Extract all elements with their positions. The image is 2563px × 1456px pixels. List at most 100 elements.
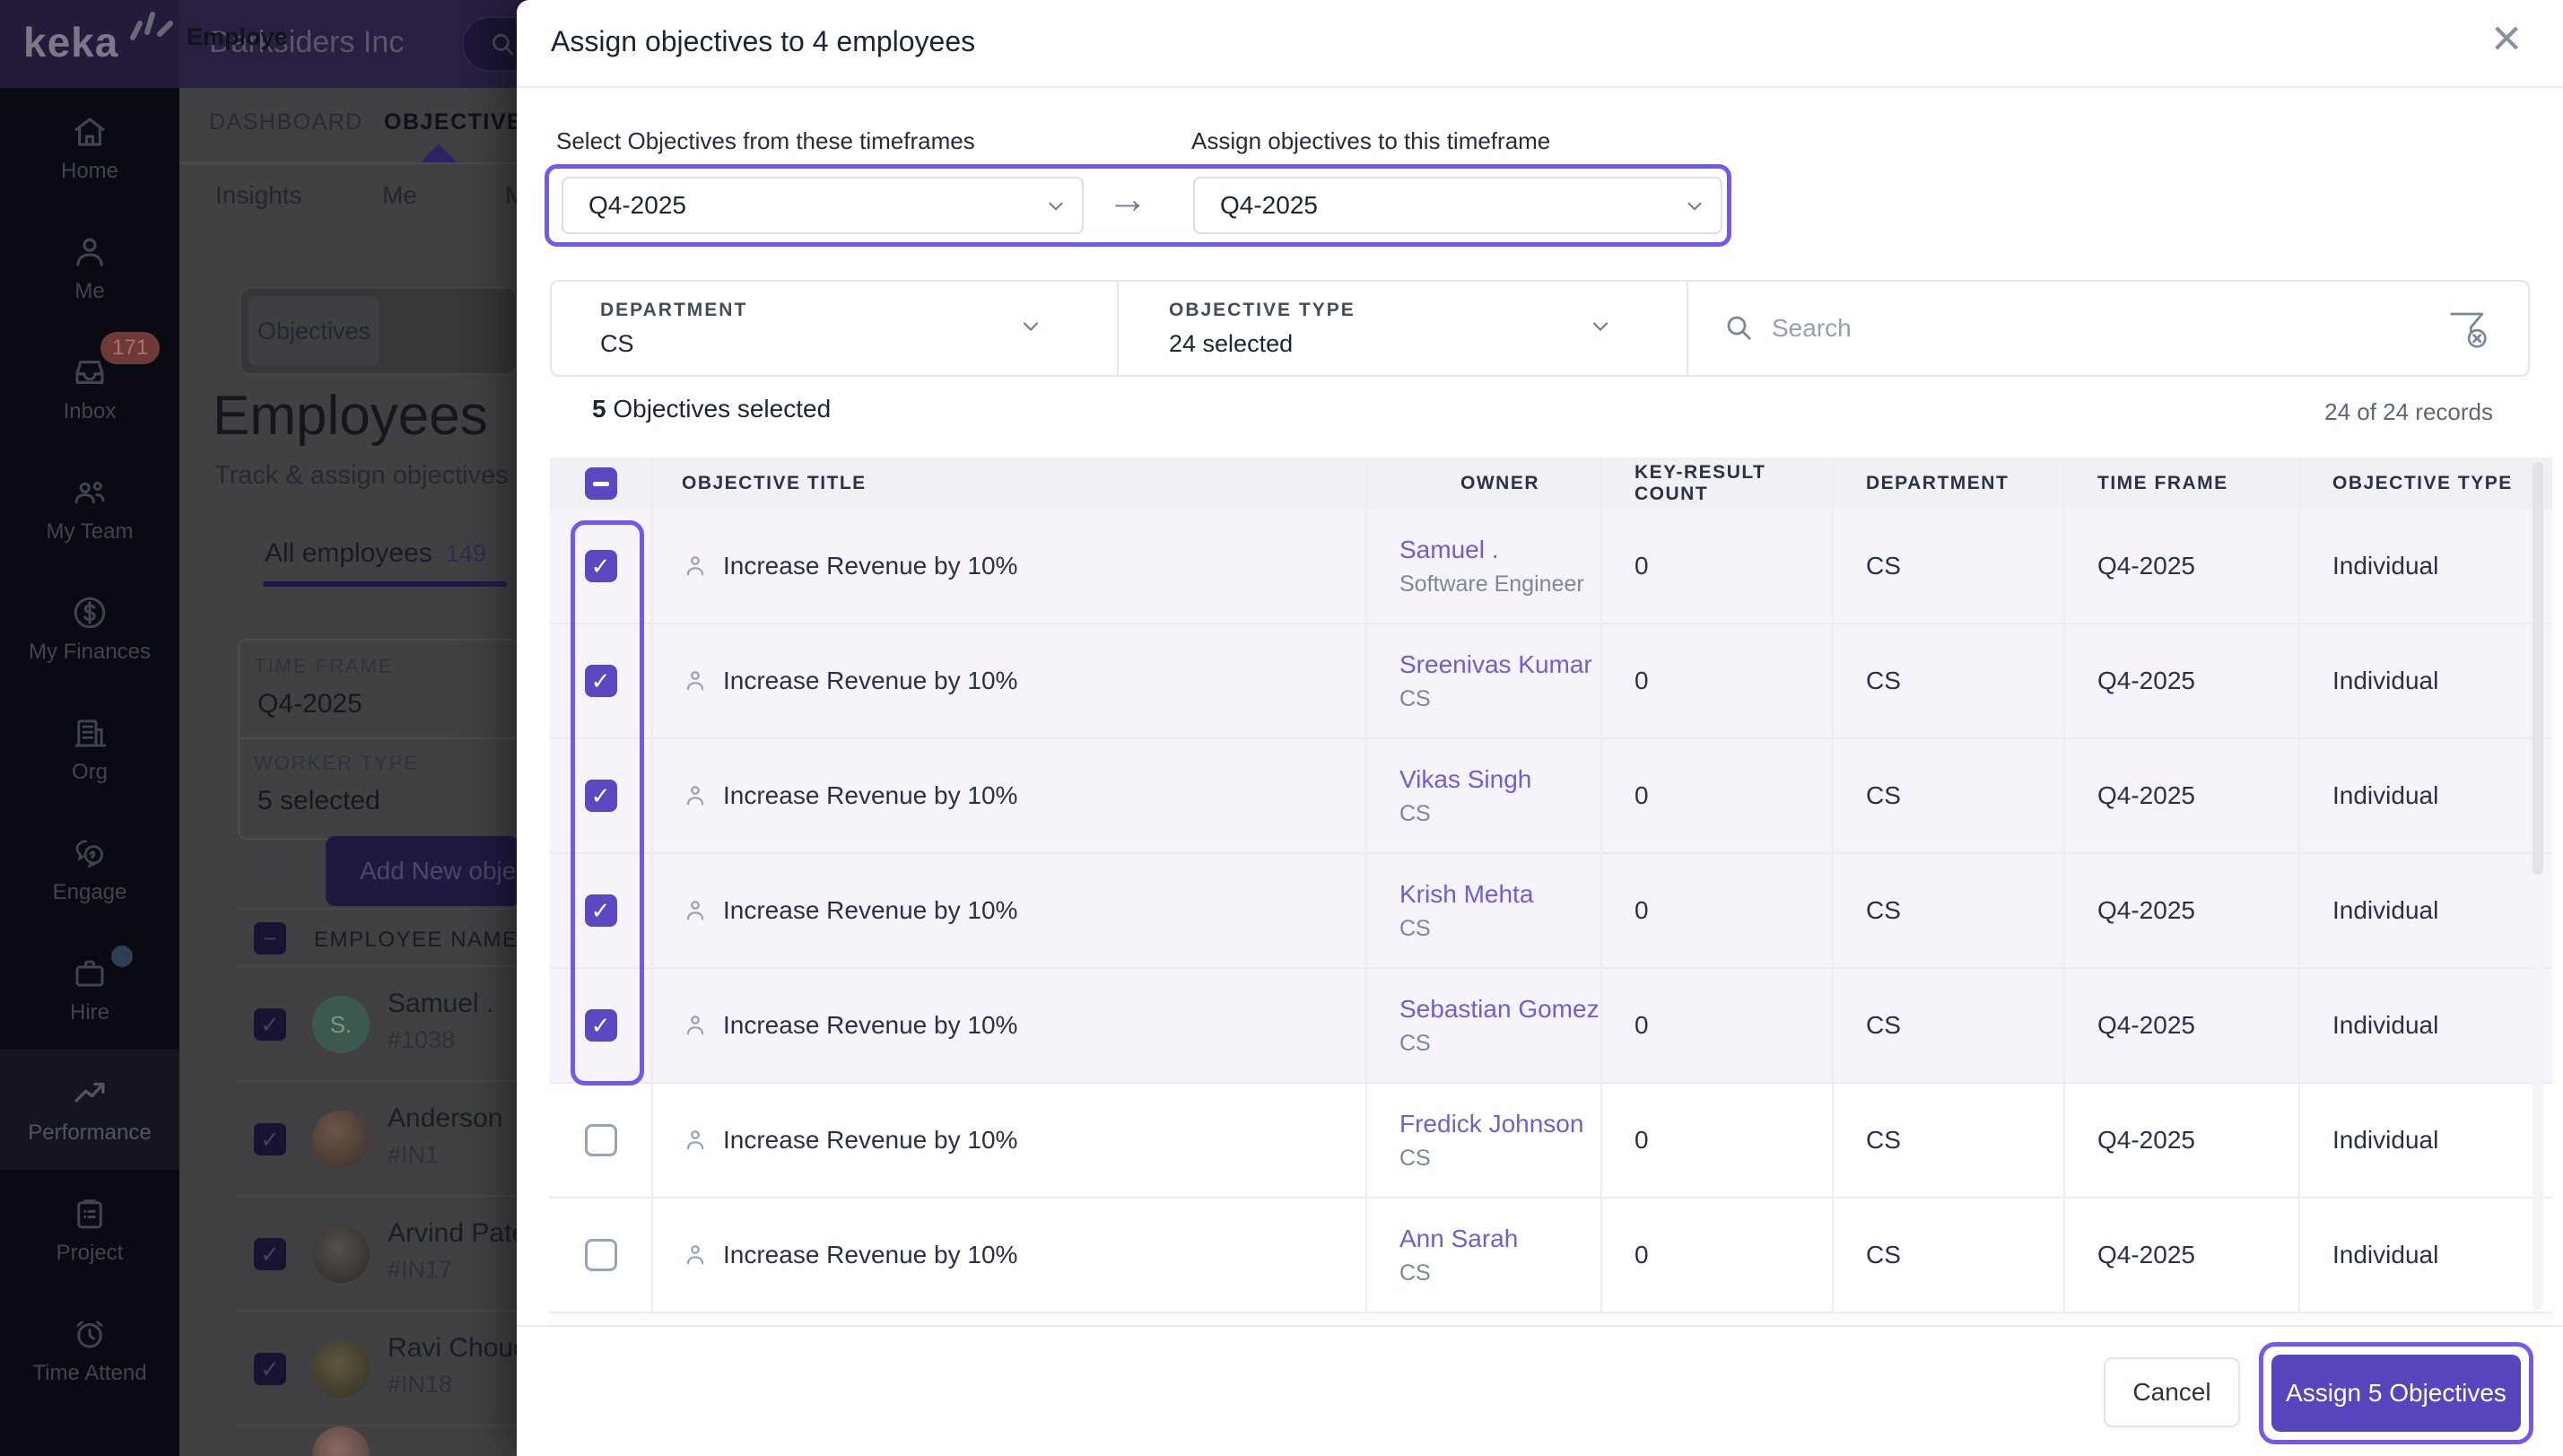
objective-title-cell: Increase Revenue by 10% xyxy=(653,1084,1367,1197)
department-filter-value[interactable]: CS xyxy=(600,330,634,358)
department: CS xyxy=(1834,624,2065,737)
sidebar-item-home[interactable]: Home xyxy=(0,88,179,208)
owner-link[interactable]: Sreenivas Kumar xyxy=(1399,650,1592,679)
objective-type-filter-value[interactable]: 24 selected xyxy=(1169,330,1293,358)
select-all-checkbox[interactable] xyxy=(584,467,617,500)
employee-checkbox[interactable]: ✓ xyxy=(254,1238,286,1270)
person-icon xyxy=(686,671,704,691)
objective-row[interactable]: ✓ Increase Revenue by 10% Fredick Johnso… xyxy=(550,1084,2552,1199)
column-header[interactable]: KEY-RESULT COUNT xyxy=(1602,458,1834,510)
table-scrollbar[interactable] xyxy=(2532,462,2543,1310)
objective-row[interactable]: ✓ Increase Revenue by 10% Sebastian Gome… xyxy=(550,969,2552,1084)
key-result-count: 0 xyxy=(1602,510,1834,623)
key-result-count: 0 xyxy=(1602,854,1834,967)
sidebar-item-my-finances[interactable]: My Finances xyxy=(0,569,179,689)
employee-name[interactable]: Anderson xyxy=(388,1103,502,1134)
time-frame-value[interactable]: Q4-2025 xyxy=(257,689,362,719)
owner-link[interactable]: Krish Mehta xyxy=(1399,880,1533,909)
owner-link[interactable]: Ann Sarah xyxy=(1399,1225,1518,1253)
sidebar-item-engage[interactable]: Engage xyxy=(0,809,179,929)
modal-footer: Cancel Assign 5 Objectives xyxy=(517,1325,2563,1456)
row-checkbox[interactable]: ✓ xyxy=(584,1009,617,1042)
owner-link[interactable]: Fredick Johnson xyxy=(1399,1110,1583,1138)
subtab-insights[interactable]: Insights xyxy=(215,181,302,210)
employee-checkbox[interactable]: ✓ xyxy=(254,1008,286,1041)
assign-objectives-button[interactable]: Assign 5 Objectives xyxy=(2271,1355,2521,1432)
objective-title: Increase Revenue by 10% xyxy=(723,1011,1018,1039)
objective-title: Increase Revenue by 10% xyxy=(723,1241,1018,1269)
owner-link[interactable]: Samuel . xyxy=(1399,536,1499,564)
close-icon[interactable]: × xyxy=(2491,13,2522,65)
subtab-me[interactable]: Me xyxy=(382,181,417,210)
objective-row[interactable]: ✓ Increase Revenue by 10% Vikas Singh CS… xyxy=(550,739,2552,854)
owner-link[interactable]: Vikas Singh xyxy=(1399,765,1531,794)
toggle-objectives[interactable]: Objectives xyxy=(248,296,379,366)
employee-row[interactable]: ✓ Anderson #IN1 xyxy=(238,1082,518,1197)
employee-checkbox[interactable]: ✓ xyxy=(254,1123,286,1155)
sidebar-item-time-attend[interactable]: Time Attend xyxy=(0,1290,179,1410)
owner-cell: Samuel . Software Engineer xyxy=(1367,510,1602,623)
partial-row xyxy=(550,1313,2552,1325)
sidebar-item-inbox[interactable]: 171 Inbox xyxy=(0,328,179,449)
chevron-down-icon[interactable] xyxy=(1018,314,1043,339)
objectives-employees-toggle: Objectives xyxy=(240,287,518,375)
chevron-down-icon[interactable] xyxy=(1588,314,1613,339)
owner-link[interactable]: Sebastian Gomez xyxy=(1399,995,1600,1024)
row-checkbox[interactable]: ✓ xyxy=(584,1124,617,1156)
add-new-objective-button[interactable]: Add New object xyxy=(326,836,519,906)
hire-icon xyxy=(75,960,104,987)
to-timeframe-select[interactable]: Q4-2025 xyxy=(1193,177,1722,234)
from-timeframe-select[interactable]: Q4-2025 xyxy=(562,177,1084,234)
search-icon xyxy=(1727,316,1751,340)
select-all-employees-checkbox[interactable]: − xyxy=(254,922,286,955)
column-header[interactable]: OBJECTIVE TYPE xyxy=(2300,458,2552,510)
worker-type-value[interactable]: 5 selected xyxy=(257,786,380,816)
key-result-count: 0 xyxy=(1602,624,1834,737)
performance-icon xyxy=(74,1082,105,1103)
row-checkbox[interactable]: ✓ xyxy=(584,1239,617,1271)
screen: keka Home Me 171 Inbox My Team My Financ… xyxy=(0,0,2563,1456)
employee-row[interactable]: ✓ S. Samuel . #1038 xyxy=(238,967,518,1082)
scrollbar-thumb[interactable] xyxy=(2532,462,2543,875)
clear-filter-icon[interactable] xyxy=(2445,307,2490,352)
objective-row[interactable]: ✓ Increase Revenue by 10% Samuel . Softw… xyxy=(550,510,2552,624)
tab-all-employees[interactable]: All employees xyxy=(265,538,432,569)
objective-title-cell: Increase Revenue by 10% xyxy=(653,624,1367,737)
row-checkbox[interactable]: ✓ xyxy=(584,550,617,582)
employee-row-partial xyxy=(312,1426,370,1456)
column-header[interactable]: OWNER xyxy=(1367,458,1602,510)
column-header[interactable]: OBJECTIVE TITLE xyxy=(653,458,1367,510)
row-checkbox[interactable]: ✓ xyxy=(584,665,617,697)
column-header[interactable]: DEPARTMENT xyxy=(1834,458,2065,510)
active-tab-underline xyxy=(263,581,507,587)
download-icon[interactable] xyxy=(248,847,289,888)
employee-checkbox[interactable]: ✓ xyxy=(254,1353,286,1385)
cancel-button[interactable]: Cancel xyxy=(2104,1357,2240,1427)
objective-row[interactable]: ✓ Increase Revenue by 10% Krish Mehta CS… xyxy=(550,854,2552,969)
employee-name[interactable]: Arvind Patel xyxy=(388,1218,533,1249)
employee-row[interactable]: ✓ Ravi Choudh #IN18 xyxy=(238,1312,543,1426)
row-checkbox-cell: ✓ xyxy=(550,1084,653,1197)
sidebar-item-me[interactable]: Me xyxy=(0,208,179,328)
objective-row[interactable]: ✓ Increase Revenue by 10% Ann Sarah CS 0… xyxy=(550,1199,2552,1313)
sidebar-item-hire[interactable]: Hire xyxy=(0,929,179,1050)
objective-row[interactable]: ✓ Increase Revenue by 10% Sreenivas Kuma… xyxy=(550,624,2552,739)
sidebar-item-project[interactable]: Project xyxy=(0,1170,179,1290)
sidebar-item-performance[interactable]: Performance xyxy=(0,1050,179,1170)
assign-objectives-modal: Assign objectives to 4 employees × Selec… xyxy=(517,0,2563,1456)
row-checkbox[interactable]: ✓ xyxy=(584,780,617,812)
employee-name[interactable]: Samuel . xyxy=(388,989,493,1019)
employee-row[interactable]: ✓ Arvind Patel #IN17 xyxy=(238,1197,533,1312)
toggle-employees[interactable]: Employe xyxy=(187,23,288,51)
person-icon xyxy=(686,901,704,920)
records-count: 24 of 24 records xyxy=(2324,398,2493,425)
search-input[interactable] xyxy=(1772,305,2346,352)
sidebar-item-my-team[interactable]: My Team xyxy=(0,449,179,569)
sidebar-item-org[interactable]: Org xyxy=(0,689,179,809)
column-header[interactable]: TIME FRAME xyxy=(2065,458,2300,510)
row-checkbox[interactable]: ✓ xyxy=(584,894,617,927)
tab-dashboard[interactable]: DASHBOARD xyxy=(209,109,363,135)
time-frame-label: TIME FRAME xyxy=(254,655,394,677)
avatar: S. xyxy=(312,996,370,1053)
my-team-icon xyxy=(74,481,105,503)
